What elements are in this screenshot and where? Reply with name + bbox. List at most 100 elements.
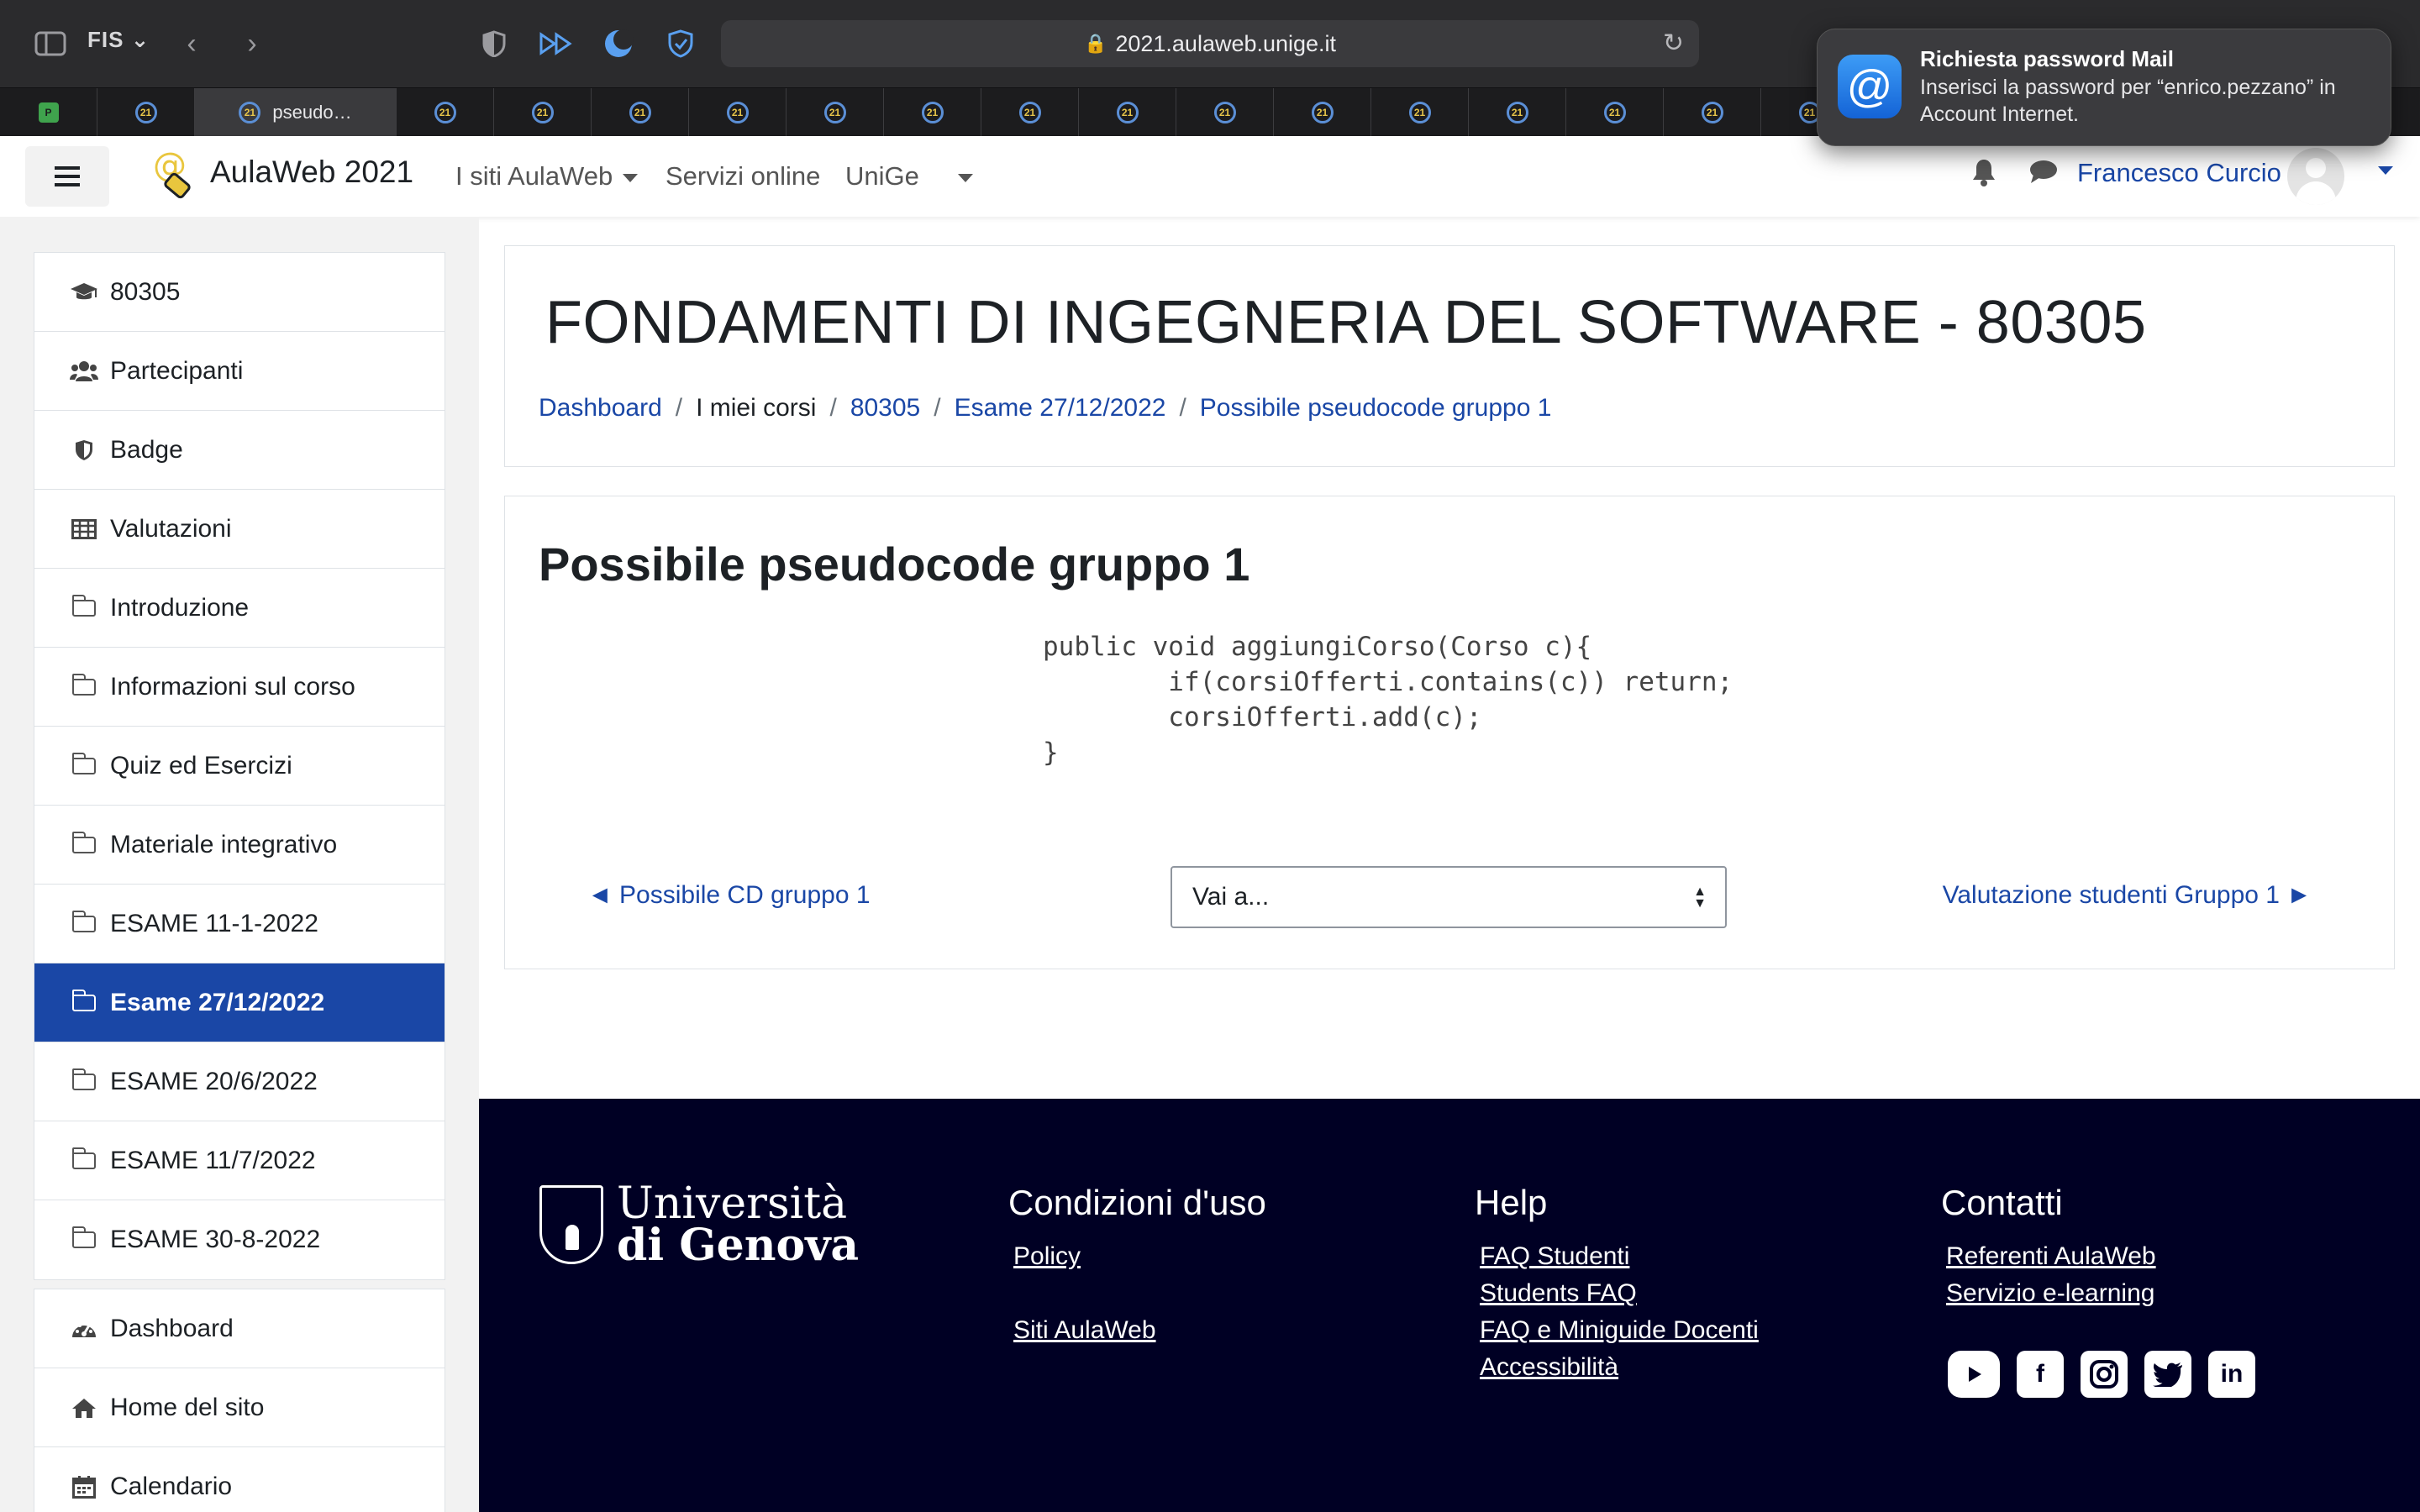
footer-link-elearning[interactable]: Servizio e-learning (1946, 1275, 2156, 1312)
tab-title: pseudo… (272, 102, 352, 123)
facebook-icon[interactable]: f (2017, 1351, 2064, 1398)
tab[interactable]: 21 (397, 88, 494, 137)
footer-col-condizioni: Condizioni d'uso Policy Siti AulaWeb (1008, 1183, 1266, 1349)
sidebar-item-home[interactable]: Home del sito (34, 1368, 445, 1447)
back-icon[interactable]: ‹ (173, 25, 210, 62)
breadcrumb-section[interactable]: Esame 27/12/2022 (955, 394, 1166, 423)
footer-link-siti[interactable]: Siti AulaWeb (1013, 1312, 1266, 1349)
nav-unige[interactable]: UniGe (845, 161, 919, 192)
sidebar-item-quiz[interactable]: Quiz ed Esercizi (34, 727, 445, 806)
mail-password-notification[interactable]: @ Richiesta password Mail Inserisci la p… (1817, 29, 2391, 146)
tab-active[interactable]: 21 pseudo… (195, 88, 397, 137)
nav-more-dropdown[interactable] (948, 161, 973, 192)
sidebar-toggle-icon[interactable] (32, 25, 69, 62)
sidebar-item-esame-20-6-2022[interactable]: ESAME 20/6/2022 (34, 1042, 445, 1121)
tab[interactable]: 21 (1566, 88, 1664, 137)
aulaweb-favicon-icon: 21 (1116, 102, 1139, 123)
chevron-down-icon (623, 173, 639, 182)
jump-to-select[interactable]: Vai a... ▲ ▼ (1171, 866, 1727, 928)
footer-link-referenti[interactable]: Referenti AulaWeb (1946, 1238, 2156, 1275)
tab[interactable]: 21 (1469, 88, 1566, 137)
footer-link-accessibilita[interactable]: Accessibilità (1480, 1349, 1759, 1386)
url-text: 2021.aulaweb.unige.it (1115, 30, 1337, 56)
prev-activity-link[interactable]: ◄ Possibile CD gruppo 1 (587, 881, 871, 910)
tab[interactable]: 21 (1664, 88, 1761, 137)
sidebar-item-esame-11-7-2022[interactable]: ESAME 11/7/2022 (34, 1121, 445, 1200)
sidebar-item-esame-11-1-2022[interactable]: ESAME 11-1-2022 (34, 885, 445, 963)
folder-icon (70, 1147, 98, 1169)
folder-icon (70, 594, 98, 617)
tab[interactable]: 21 (1371, 88, 1469, 137)
site-brand[interactable]: AulaWeb 2021 (210, 155, 413, 190)
sidebar-item-label: Introduzione (110, 593, 250, 622)
tab[interactable]: 21 (97, 88, 195, 137)
sidebar-item-label: ESAME 30-8-2022 (110, 1226, 321, 1253)
tab[interactable]: 21 (1176, 88, 1274, 137)
user-menu-chevron-down-icon[interactable] (2378, 166, 2393, 175)
breadcrumb-course[interactable]: 80305 (850, 394, 920, 423)
unige-logo[interactable]: Università di Genova (539, 1182, 859, 1268)
reload-icon[interactable]: ↻ (1663, 29, 1684, 58)
messages-icon[interactable] (2028, 158, 2059, 192)
forward-icon[interactable]: › (234, 25, 271, 62)
instagram-icon[interactable] (2081, 1351, 2128, 1398)
tab[interactable]: 21 (1079, 88, 1176, 137)
profile-selector[interactable]: FIS ⌄ (87, 27, 150, 53)
sidebar-item-esame-27-12-2022[interactable]: Esame 27/12/2022 (34, 963, 445, 1042)
twitter-icon[interactable] (2144, 1351, 2191, 1398)
sidebar-item-introduzione[interactable]: Introduzione (34, 569, 445, 648)
sidebar-item-esame-30-8-2022[interactable]: ESAME 30-8-2022 (34, 1200, 445, 1279)
sidebar-item-dashboard[interactable]: Dashboard (34, 1289, 445, 1368)
tab[interactable]: 21 (1274, 88, 1371, 137)
nav-siti-aulaweb[interactable]: I siti AulaWeb (455, 161, 639, 192)
avatar[interactable] (2287, 148, 2344, 205)
footer-link-policy[interactable]: Policy (1013, 1238, 1266, 1275)
tab[interactable]: 21 (689, 88, 786, 137)
shield-icon (70, 439, 98, 461)
dashboard-icon (70, 1319, 98, 1339)
table-icon (70, 518, 98, 539)
notifications-bell-icon[interactable] (1971, 158, 1996, 194)
youtube-icon[interactable] (1948, 1351, 2000, 1398)
drawer-toggle-button[interactable] (25, 146, 109, 207)
night-mode-extension-icon[interactable] (600, 25, 637, 62)
breadcrumb-miei-corsi: I miei corsi (696, 394, 817, 422)
user-menu-name[interactable]: Francesco Curcio (2077, 158, 2281, 188)
linkedin-icon[interactable]: in (2208, 1351, 2255, 1398)
footer-link-faq-docenti[interactable]: FAQ e Miniguide Docenti (1480, 1312, 1759, 1349)
sidebar-item-badge[interactable]: Badge (34, 411, 445, 490)
breadcrumb-separator: / (675, 394, 683, 422)
tab[interactable]: 21 (786, 88, 884, 137)
footer-link-students-faq[interactable]: Students FAQ (1480, 1275, 1759, 1312)
pinned-tab-favicon-icon: P (38, 102, 59, 123)
sidebar-item-materiale[interactable]: Materiale integrativo (34, 806, 445, 885)
breadcrumb-dashboard[interactable]: Dashboard (539, 394, 662, 423)
footer-link-faq-studenti[interactable]: FAQ Studenti (1480, 1238, 1759, 1275)
sidebar-item-label: Valutazioni (110, 514, 232, 543)
site-nav-group: Dashboard Home del sito Calendario (34, 1289, 445, 1512)
aulaweb-favicon-icon: 21 (726, 102, 749, 123)
tab[interactable]: 21 (884, 88, 981, 137)
privacy-shield-icon[interactable] (476, 25, 513, 62)
sidebar-item-partecipanti[interactable]: Partecipanti (34, 332, 445, 411)
fast-forward-extension-icon[interactable] (538, 25, 575, 62)
tab[interactable]: 21 (981, 88, 1079, 137)
notification-body: Inserisci la password per “enrico.pezzan… (1920, 76, 2336, 126)
page-header-card: FONDAMENTI DI INGEGNERIA DEL SOFTWARE - … (504, 245, 2395, 467)
tab[interactable]: 21 (494, 88, 592, 137)
address-bar[interactable]: 🔒 2021.aulaweb.unige.it ↻ (721, 20, 1699, 67)
breadcrumb-current[interactable]: Possibile pseudocode gruppo 1 (1200, 394, 1552, 423)
aulaweb-favicon-icon: 21 (239, 102, 261, 123)
sidebar-item-valutazioni[interactable]: Valutazioni (34, 490, 445, 569)
unige-crest-icon (539, 1185, 603, 1264)
next-activity-link[interactable]: Valutazione studenti Gruppo 1 ► (1943, 881, 2312, 910)
nav-servizi-online[interactable]: Servizi online (666, 161, 820, 192)
site-navbar: @ AulaWeb 2021 I siti AulaWeb Servizi on… (0, 136, 2420, 217)
adblock-shield-icon[interactable] (662, 25, 699, 62)
tab-pinned[interactable]: P (0, 88, 97, 137)
sidebar-item-calendario[interactable]: Calendario (34, 1447, 445, 1512)
sidebar-item-course[interactable]: 80305 (34, 253, 445, 332)
aulaweb-logo[interactable]: @ (151, 146, 195, 205)
sidebar-item-informazioni[interactable]: Informazioni sul corso (34, 648, 445, 727)
tab[interactable]: 21 (592, 88, 689, 137)
